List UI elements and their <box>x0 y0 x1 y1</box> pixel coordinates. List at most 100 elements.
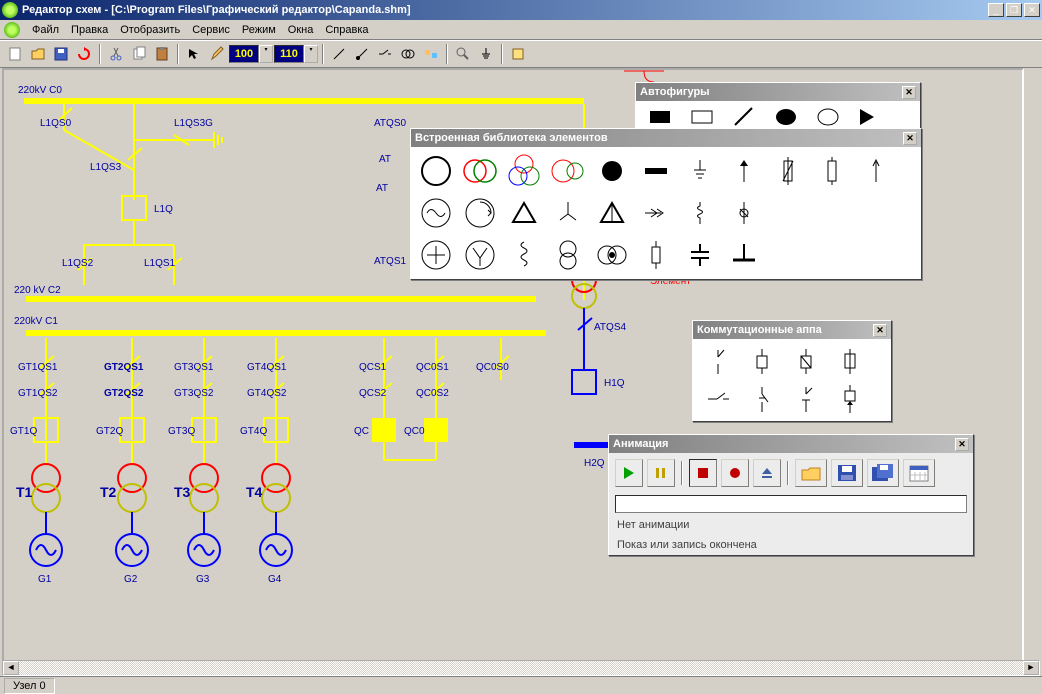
sym-arrow-thin[interactable] <box>855 151 897 191</box>
close-icon[interactable]: ✕ <box>873 324 887 337</box>
scale-input-2[interactable]: ▾ <box>274 45 318 63</box>
sw-load-break[interactable] <box>785 343 827 379</box>
sym-generator[interactable] <box>415 193 457 233</box>
sym-transformer-2w[interactable] <box>459 151 501 191</box>
sym-ct[interactable] <box>415 235 457 275</box>
animation-input[interactable] <box>615 495 967 513</box>
switch-tool[interactable] <box>374 43 396 65</box>
sym-double-circle[interactable] <box>547 235 589 275</box>
shape-ellipse-fill-icon[interactable] <box>774 105 798 129</box>
sw-contactor[interactable] <box>741 381 783 417</box>
scale-input-1[interactable]: ▾ <box>229 45 273 63</box>
label-l1qs3g: L1QS3G <box>174 118 213 129</box>
menu-view[interactable]: Отобразить <box>114 22 186 38</box>
cut-button[interactable] <box>105 43 127 65</box>
close-icon[interactable]: ✕ <box>902 86 916 99</box>
sym-motor[interactable] <box>459 193 501 233</box>
shape-rect-outline-icon[interactable] <box>690 109 714 125</box>
folder-button[interactable] <box>795 459 827 487</box>
menu-windows[interactable]: Окна <box>282 22 320 38</box>
sym-breaker[interactable] <box>635 235 677 275</box>
shape-line-icon[interactable] <box>732 105 756 129</box>
diagram-canvas[interactable]: 220kV C0 <box>2 68 1024 670</box>
close-button[interactable]: ✕ <box>1024 3 1040 17</box>
sym-inductor[interactable] <box>503 235 545 275</box>
sym-filled-circle[interactable] <box>591 151 633 191</box>
disk-save-button[interactable] <box>831 459 863 487</box>
node-tool[interactable] <box>351 43 373 65</box>
sym-rect-vert[interactable] <box>811 151 853 191</box>
app-icon <box>2 2 18 18</box>
shape-rect-icon[interactable] <box>648 109 672 125</box>
menu-help[interactable]: Справка <box>319 22 374 38</box>
play-button[interactable] <box>615 459 643 487</box>
sym-circle[interactable] <box>415 151 457 191</box>
calendar-button[interactable] <box>903 459 935 487</box>
label-gt4qs1: GT4QS1 <box>247 362 286 373</box>
scroll-track[interactable] <box>19 661 1023 675</box>
sym-reactor[interactable] <box>679 193 721 233</box>
label-l1qs2: L1QS2 <box>62 258 93 269</box>
select-button[interactable] <box>183 43 205 65</box>
sym-vt[interactable] <box>459 235 501 275</box>
scroll-left-button[interactable]: ◄ <box>3 661 19 675</box>
ground-tool[interactable] <box>475 43 497 65</box>
transformer-tool[interactable] <box>397 43 419 65</box>
sym-arrow-up[interactable] <box>723 151 765 191</box>
restore-button[interactable]: ❐ <box>1006 3 1022 17</box>
close-icon[interactable]: ✕ <box>955 438 969 451</box>
shape-ellipse-icon[interactable] <box>816 105 840 129</box>
menu-file[interactable]: Файл <box>26 22 65 38</box>
menu-service[interactable]: Сервис <box>186 22 236 38</box>
panel-library[interactable]: Встроенная библиотека элементов✕ <box>410 128 922 280</box>
record-button[interactable] <box>721 459 749 487</box>
scrollbar-horizontal[interactable]: ◄ ► <box>2 660 1040 676</box>
pause-button[interactable] <box>647 459 675 487</box>
sym-autotransformer[interactable] <box>547 151 589 191</box>
sym-arrow-double[interactable] <box>635 193 677 233</box>
panel-switching[interactable]: Коммутационные аппа✕ <box>692 320 892 422</box>
open-button[interactable] <box>27 43 49 65</box>
sw-sectionalizer[interactable] <box>829 381 871 417</box>
sym-hbar[interactable] <box>635 151 677 191</box>
sw-disconnector[interactable] <box>697 343 739 379</box>
panel-tool[interactable] <box>507 43 529 65</box>
sym-star[interactable] <box>547 193 589 233</box>
sym-ground-small[interactable] <box>679 151 721 191</box>
search-tool[interactable] <box>452 43 474 65</box>
save-button[interactable] <box>50 43 72 65</box>
sym-triangle[interactable] <box>503 193 545 233</box>
eject-button[interactable] <box>753 459 781 487</box>
panel-animation[interactable]: Анимация✕ Нет анимации Показ или запись … <box>608 434 974 556</box>
sym-delta-open[interactable] <box>591 193 633 233</box>
shape-arrow-icon[interactable] <box>858 107 882 127</box>
menu-mode[interactable]: Режим <box>236 22 282 38</box>
close-icon[interactable]: ✕ <box>903 132 917 145</box>
sw-breaker-sym[interactable] <box>741 343 783 379</box>
line-tool[interactable] <box>328 43 350 65</box>
minimize-button[interactable]: _ <box>988 3 1004 17</box>
pencil-button[interactable] <box>206 43 228 65</box>
stop-button[interactable] <box>689 459 717 487</box>
sw-ground-sw[interactable] <box>697 381 739 417</box>
copy-button[interactable] <box>128 43 150 65</box>
label-qc0: QC0 <box>404 426 425 437</box>
sym-fuse[interactable] <box>767 151 809 191</box>
sym-transformer-3w[interactable] <box>503 151 545 191</box>
menu-edit[interactable]: Правка <box>65 22 114 38</box>
sym-vertical-switch[interactable] <box>723 193 765 233</box>
sym-double-circle-link[interactable] <box>591 235 633 275</box>
paste-button[interactable] <box>151 43 173 65</box>
sw-fuse-switch[interactable] <box>829 343 871 379</box>
sym-capacitor[interactable] <box>679 235 721 275</box>
refresh-button[interactable] <box>73 43 95 65</box>
sw-recloser[interactable] <box>785 381 827 417</box>
disk-multi-button[interactable] <box>867 459 899 487</box>
panel-autoshapes[interactable]: Автофигуры✕ <box>635 82 921 134</box>
label-t2: T2 <box>100 484 116 500</box>
group-tool[interactable] <box>420 43 442 65</box>
new-button[interactable] <box>4 43 26 65</box>
label-gt2qs2: GT2QS2 <box>104 388 143 399</box>
scroll-right-button[interactable]: ► <box>1023 661 1039 675</box>
sym-terminal[interactable] <box>723 235 765 275</box>
